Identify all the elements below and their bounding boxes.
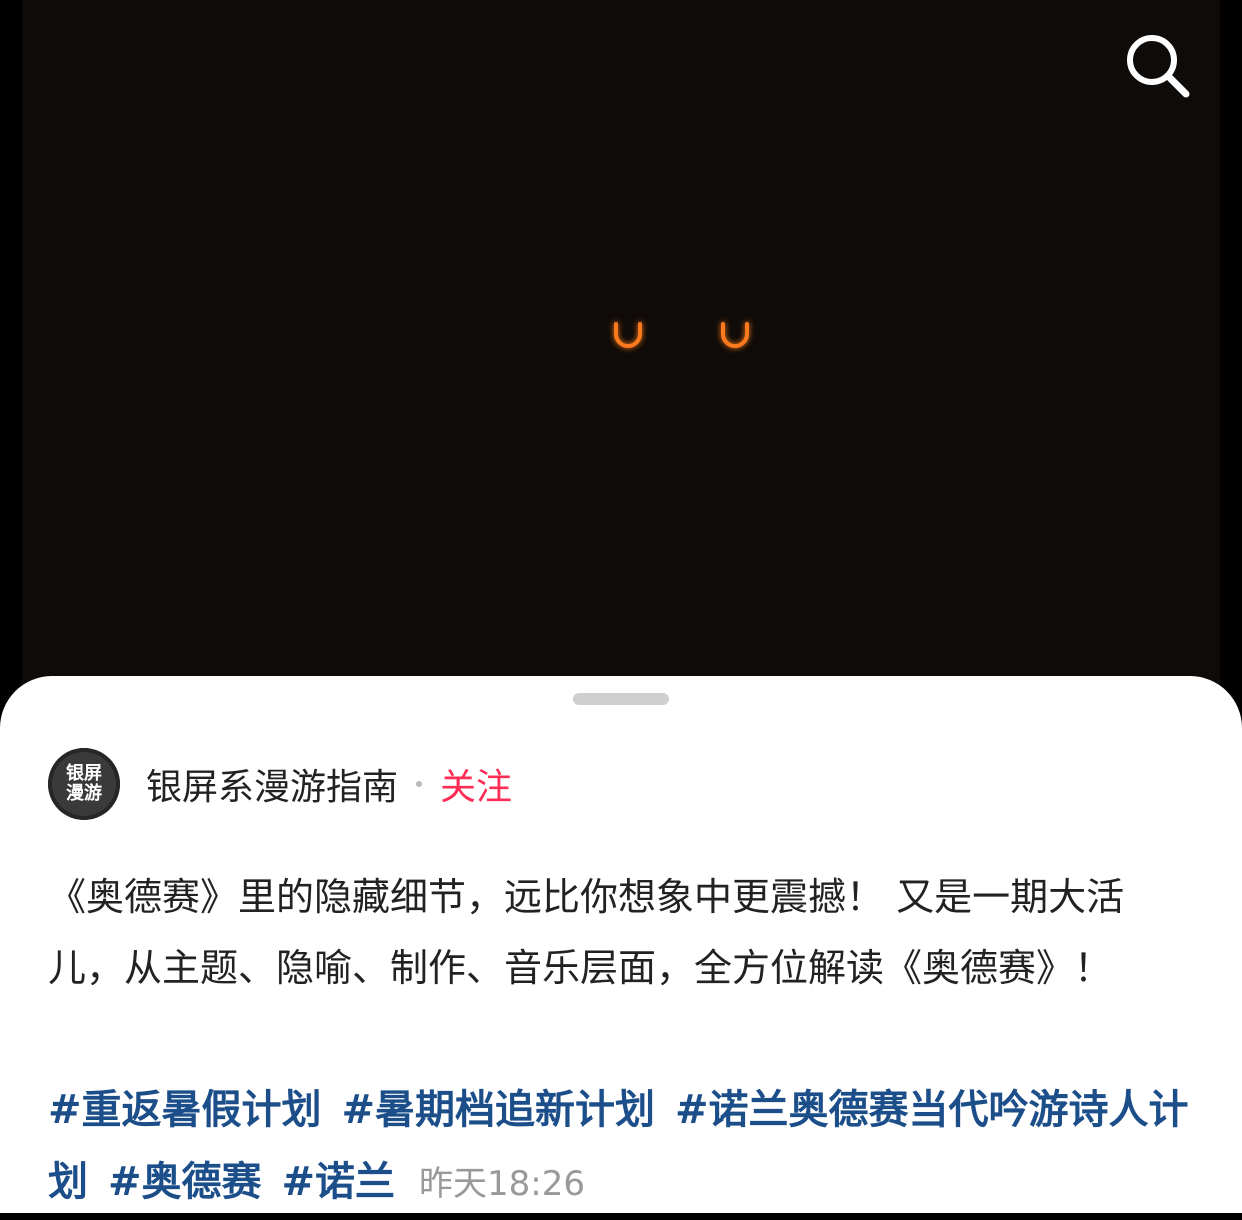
tag-item[interactable]: #重返暑假计划 (48, 1087, 322, 1133)
follow-button[interactable]: 关注 (440, 758, 512, 810)
avatar-text-1: 银屏 (66, 763, 102, 784)
post-description: 《奥德赛》里的隐藏细节，远比你想象中更震撼！ 又是一期大活儿，从主题、隐喻、制作… (48, 875, 1125, 990)
glyph-u-1 (614, 322, 642, 348)
drag-handle[interactable] (573, 693, 669, 705)
avatar-text-2: 漫游 (66, 783, 102, 804)
comment-sheet: 银屏 漫游 银屏系漫游指南 关注 《奥德赛》里的隐藏细节，远比你想象中更震撼！ … (0, 676, 1242, 1213)
glyph-u-2 (721, 322, 749, 348)
author-row: 银屏 漫游 银屏系漫游指南 关注 (48, 748, 512, 820)
tag-item[interactable]: #诺兰 (282, 1159, 396, 1205)
search-icon (1127, 35, 1190, 98)
post-time: 昨天18:26 (419, 1164, 586, 1204)
tag-list: #重返暑假计划 #暑期档追新计划 #诺兰奥德赛当代吟游诗人计划 #奥德赛 #诺兰 昨天18… (48, 1074, 1208, 1220)
search-button[interactable] (1120, 28, 1192, 100)
avatar[interactable]: 银屏 漫游 (48, 748, 120, 820)
video-glyphs (489, 322, 749, 348)
author-name[interactable]: 银屏系漫游指南 (146, 758, 398, 810)
separator-dot (416, 781, 423, 787)
tag-item[interactable]: #暑期档追新计划 (342, 1087, 656, 1133)
tag-item[interactable]: #奥德赛 (108, 1159, 262, 1205)
